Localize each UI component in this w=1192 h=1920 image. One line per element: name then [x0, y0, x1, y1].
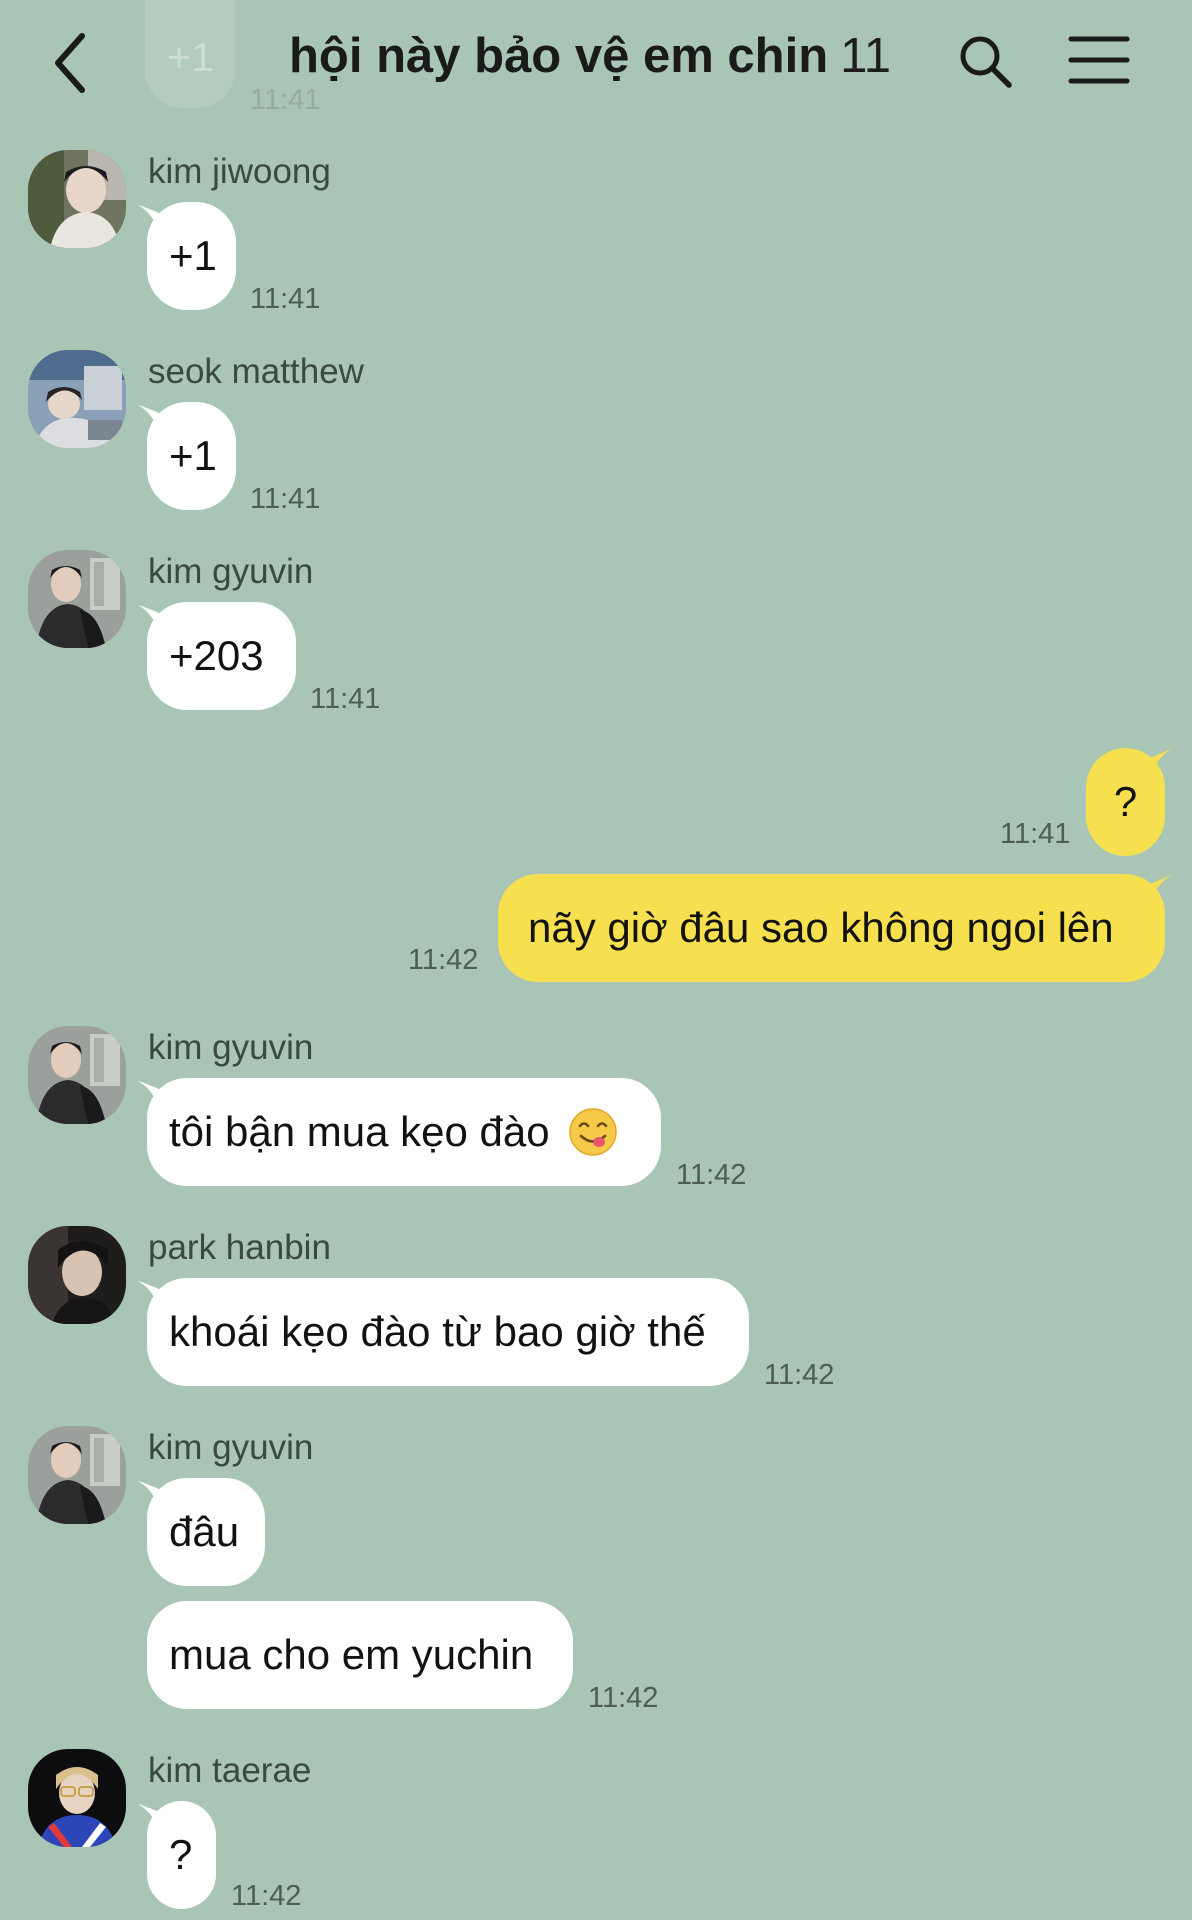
message-time: 11:42 [588, 1682, 659, 1714]
message-bubble[interactable]: khoái kẹo đào từ bao giờ thế [147, 1278, 749, 1386]
my-message-bubble[interactable]: nãy giờ đâu sao không ngoi lên [498, 874, 1165, 982]
avatar-kim-gyuvin[interactable] [28, 1426, 126, 1524]
message-bubble[interactable]: +203 [147, 602, 296, 710]
sender-name: kim taerae [148, 1751, 312, 1790]
message-bubble[interactable]: mua cho em yuchin [147, 1601, 573, 1709]
avatar-kim-gyuvin[interactable] [28, 1026, 126, 1124]
message-time: 11:41 [1000, 818, 1071, 850]
message-time: 11:41 [250, 283, 321, 315]
message-bubble[interactable]: +1 [147, 402, 236, 510]
sender-name: kim gyuvin [148, 1428, 314, 1467]
avatar-kim-jiwoong[interactable] [28, 150, 126, 248]
message-bubble[interactable]: đâu [147, 1478, 265, 1586]
message-bubble[interactable]: tôi bận mua kẹo đào [147, 1078, 661, 1186]
message-time: 11:41 [310, 683, 381, 715]
message-time: 11:42 [764, 1359, 835, 1391]
back-arrow-icon[interactable] [48, 30, 108, 96]
avatar-kim-gyuvin[interactable] [28, 550, 126, 648]
menu-icon[interactable] [1068, 34, 1130, 86]
avatar-kim-taerae[interactable] [28, 1749, 126, 1847]
sender-name: seok matthew [148, 352, 364, 391]
message-bubble[interactable]: +1 [147, 202, 236, 310]
bubble-tail [1132, 748, 1172, 788]
sender-name: park hanbin [148, 1228, 331, 1267]
message-time: 11:41 [250, 483, 321, 515]
message-time: 11:42 [676, 1159, 747, 1191]
message-time: 11:42 [231, 1880, 302, 1912]
sender-name: kim gyuvin [148, 552, 314, 591]
avatar-seok-matthew[interactable] [28, 350, 126, 448]
group-name: hội này bảo vệ em chin [288, 29, 829, 83]
sender-name: kim gyuvin [148, 1028, 314, 1067]
yum-face-emoji-icon [568, 1108, 617, 1156]
message-time: 11:42 [408, 944, 479, 976]
bubble-tail [1132, 874, 1172, 914]
member-count: 11 [840, 29, 892, 83]
message-text: tôi bận mua kẹo đào [169, 1108, 550, 1155]
chat-header: hội này bảo vệ em chin 11 [0, 0, 1192, 125]
message-bubble[interactable]: ? [147, 1801, 216, 1909]
sender-name: kim jiwoong [148, 152, 331, 191]
search-icon[interactable] [956, 32, 1014, 90]
chat-screen: +1 11:41 hội này bảo vệ em chin 11 kim j… [0, 0, 1192, 1920]
chat-title: hội này bảo vệ em chin 11 [240, 28, 940, 84]
avatar-park-hanbin[interactable] [28, 1226, 126, 1324]
